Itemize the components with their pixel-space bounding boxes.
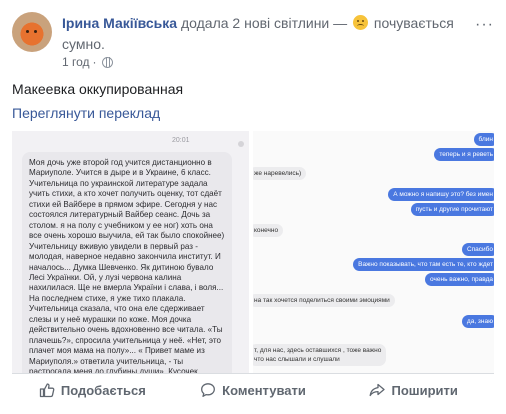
post-time[interactable]: 1 год bbox=[62, 55, 90, 69]
like-label: Подобається bbox=[60, 382, 146, 398]
comment-button[interactable]: Коментувати bbox=[173, 374, 334, 406]
author-name[interactable]: Ірина Макіївська bbox=[62, 15, 177, 31]
chat-message: Спасибо bbox=[461, 243, 494, 256]
chat-message: на так хочется поделиться своими эмоциям… bbox=[253, 294, 395, 307]
long-message-bubble: Моя дочь уже второй год учится дистанцио… bbox=[22, 152, 232, 373]
post-actions: Подобається Коментувати Поширити bbox=[12, 374, 494, 406]
sad-face-icon bbox=[353, 15, 369, 30]
chat-message: пусть и другие прочитают bbox=[410, 203, 494, 216]
comment-icon bbox=[201, 383, 216, 397]
share-button[interactable]: Поширити bbox=[333, 374, 494, 406]
see-translation-link[interactable]: Переглянути переклад bbox=[12, 105, 160, 121]
comment-label: Коментувати bbox=[222, 382, 306, 398]
post-meta: 1 год · bbox=[62, 55, 113, 69]
post-action-text: додала 2 нові світлини — bbox=[177, 15, 352, 31]
chat-message: же наревелись) bbox=[253, 167, 307, 180]
share-label: Поширити bbox=[391, 382, 458, 398]
meta-separator: · bbox=[92, 55, 97, 69]
globe-icon[interactable] bbox=[101, 56, 113, 68]
chat-message: т, для нас, здесь оставшихся , тоже важн… bbox=[253, 344, 387, 366]
post-text: Макеевка оккупированная bbox=[12, 81, 184, 97]
post-photo-1[interactable]: 20:01 Моя дочь уже второй год учится дис… bbox=[12, 131, 249, 373]
chat-timestamp: 20:01 bbox=[172, 137, 190, 144]
like-button[interactable]: Подобається bbox=[12, 374, 173, 406]
thumbs-up-icon bbox=[39, 383, 55, 398]
share-arrow-icon bbox=[370, 383, 386, 397]
chat-message: теперь и я реветь bbox=[434, 148, 494, 161]
facebook-post: Ірина Макіївська додала 2 нові світлини … bbox=[0, 0, 506, 414]
post-photo-2[interactable]: блин теперь и я реветь же наревелись) А … bbox=[253, 131, 494, 373]
chat-message: Важно показывать, что там есть те, кто ж… bbox=[353, 258, 494, 271]
more-options-button[interactable]: ··· bbox=[475, 16, 494, 34]
chat-message: очень важно, правда bbox=[425, 273, 494, 286]
post-header: Ірина Макіївська додала 2 нові світлини … bbox=[62, 13, 472, 55]
scroll-indicator bbox=[238, 141, 244, 147]
chat-message: конечно bbox=[253, 224, 284, 237]
chat-message: блин bbox=[473, 133, 494, 146]
chat-message: да, знаю bbox=[461, 315, 494, 328]
author-avatar[interactable] bbox=[12, 12, 52, 52]
chat-message: А можно я напишу это? без имен bbox=[388, 188, 494, 201]
